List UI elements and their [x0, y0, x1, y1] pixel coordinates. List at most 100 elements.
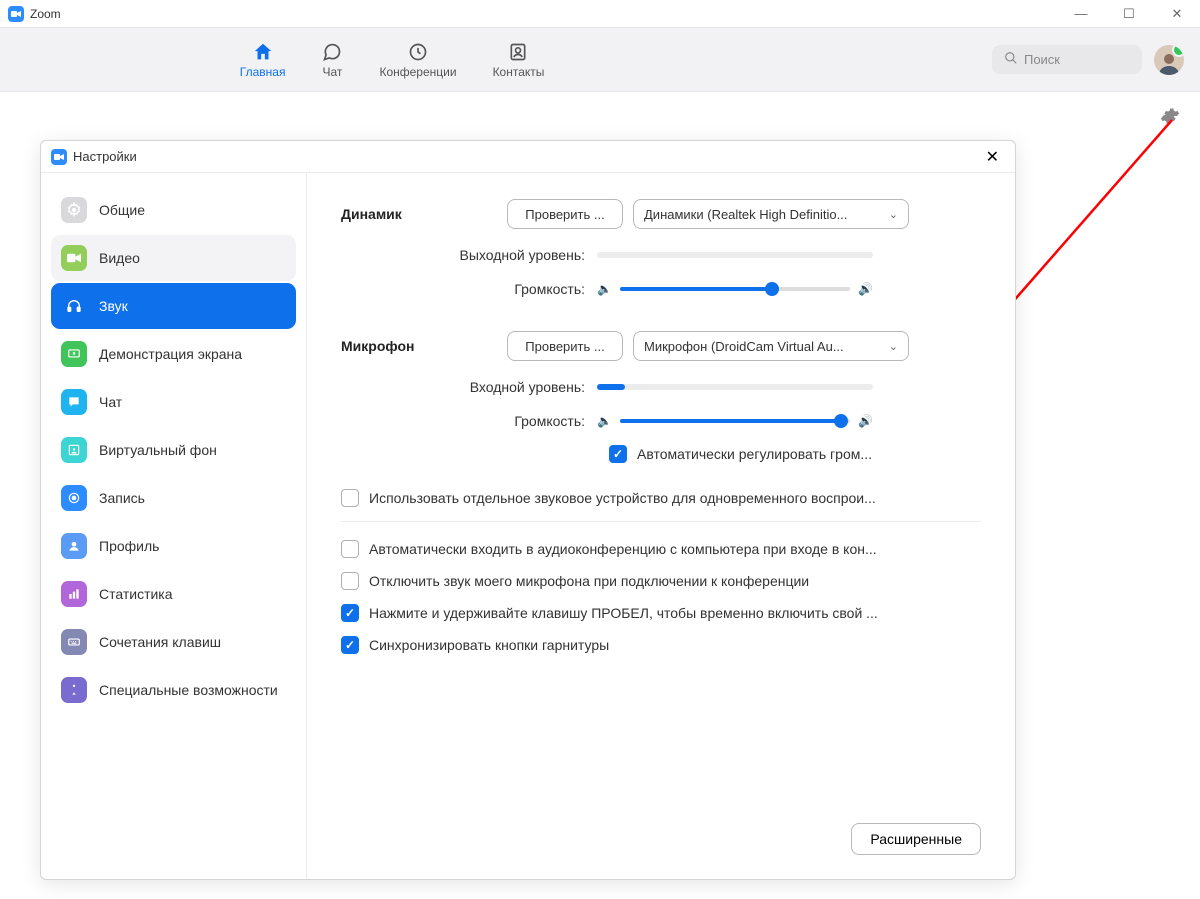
nav-meetings-label: Конференции — [379, 65, 456, 79]
clock-icon — [407, 41, 429, 63]
nav-contacts[interactable]: Контакты — [493, 41, 545, 79]
checkbox-label: Отключить звук моего микрофона при подкл… — [369, 572, 981, 590]
sidebar-item-shortcuts[interactable]: Сочетания клавиш — [51, 619, 296, 665]
nav-meetings[interactable]: Конференции — [379, 41, 456, 79]
speaker-low-icon: 🔈 — [597, 282, 612, 296]
checkbox-label: Автоматически регулировать гром... — [637, 445, 981, 463]
settings-sidebar: Общие Видео Звук Демонстрация экрана Чат… — [41, 173, 307, 879]
space-unmute-checkbox[interactable] — [341, 604, 359, 622]
auto-join-audio-checkbox[interactable] — [341, 540, 359, 558]
sidebar-item-audio[interactable]: Звук — [51, 283, 296, 329]
sidebar-item-label: Общие — [99, 202, 145, 219]
user-avatar[interactable] — [1154, 45, 1184, 75]
speaker-volume-slider[interactable] — [620, 287, 850, 291]
search-icon — [1004, 51, 1018, 68]
sidebar-item-label: Запись — [99, 490, 145, 507]
headphones-icon — [61, 293, 87, 319]
sidebar-item-label: Виртуальный фон — [99, 442, 217, 459]
separate-device-checkbox[interactable] — [341, 489, 359, 507]
close-dialog-button[interactable]: ✕ — [980, 147, 1005, 167]
mic-volume-label: Громкость: — [341, 413, 597, 429]
speaker-high-icon: 🔊 — [858, 414, 873, 428]
minimize-button[interactable]: — — [1066, 6, 1096, 22]
search-placeholder: Поиск — [1024, 52, 1060, 67]
mute-on-join-row: Отключить звук моего микрофона при подкл… — [341, 572, 981, 590]
sidebar-item-statistics[interactable]: Статистика — [51, 571, 296, 617]
nav-chat[interactable]: Чат — [321, 41, 343, 79]
sidebar-item-label: Профиль — [99, 538, 159, 555]
window-title: Zoom — [30, 7, 61, 21]
chat-bubble-icon — [61, 389, 87, 415]
sidebar-item-profile[interactable]: Профиль — [51, 523, 296, 569]
sync-headset-checkbox[interactable] — [341, 636, 359, 654]
mute-on-join-checkbox[interactable] — [341, 572, 359, 590]
record-icon — [61, 485, 87, 511]
sidebar-item-general[interactable]: Общие — [51, 187, 296, 233]
accessibility-icon — [61, 677, 87, 703]
checkbox-label: Использовать отдельное звуковое устройст… — [369, 489, 981, 507]
speaker-section-label: Динамик — [341, 206, 507, 222]
input-level-meter — [597, 384, 873, 390]
window-titlebar: Zoom — ☐ ✕ — [0, 0, 1200, 28]
chevron-down-icon: ⌄ — [889, 208, 898, 221]
settings-content-audio: Динамик Проверить ... Динамики (Realtek … — [307, 173, 1015, 879]
screen-share-icon — [61, 341, 87, 367]
sidebar-item-label: Статистика — [99, 586, 173, 603]
gear-icon — [61, 197, 87, 223]
zoom-app-icon — [8, 6, 24, 22]
auto-adjust-volume-row: Автоматически регулировать гром... — [609, 445, 981, 463]
stats-icon — [61, 581, 87, 607]
test-speaker-button[interactable]: Проверить ... — [507, 199, 623, 229]
checkbox-label: Автоматически входить в аудиоконференцию… — [369, 540, 981, 558]
home-icon — [252, 41, 274, 63]
sidebar-item-video[interactable]: Видео — [51, 235, 296, 281]
video-icon — [61, 245, 87, 271]
sidebar-item-label: Сочетания клавиш — [99, 634, 221, 651]
test-mic-button[interactable]: Проверить ... — [507, 331, 623, 361]
nav-contacts-label: Контакты — [493, 65, 545, 79]
input-level-label: Входной уровень: — [341, 379, 597, 395]
chevron-down-icon: ⌄ — [889, 340, 898, 353]
contacts-icon — [507, 41, 529, 63]
speaker-low-icon: 🔈 — [597, 414, 612, 428]
dialog-title: Настройки — [73, 149, 137, 164]
nav-home[interactable]: Главная — [240, 41, 286, 79]
mic-section-label: Микрофон — [341, 338, 507, 354]
sync-headset-row: Синхронизировать кнопки гарнитуры — [341, 636, 981, 654]
sidebar-item-recording[interactable]: Запись — [51, 475, 296, 521]
main-nav: Главная Чат Конференции Контакты — [240, 41, 545, 79]
dropdown-value: Микрофон (DroidCam Virtual Au... — [644, 339, 883, 354]
output-level-meter — [597, 252, 873, 258]
profile-icon — [61, 533, 87, 559]
checkbox-label: Нажмите и удерживайте клавишу ПРОБЕЛ, чт… — [369, 604, 981, 622]
keyboard-icon — [61, 629, 87, 655]
sidebar-item-screenshare[interactable]: Демонстрация экрана — [51, 331, 296, 377]
auto-adjust-checkbox[interactable] — [609, 445, 627, 463]
background-icon — [61, 437, 87, 463]
checkbox-label: Синхронизировать кнопки гарнитуры — [369, 636, 981, 654]
sidebar-item-chat[interactable]: Чат — [51, 379, 296, 425]
sidebar-item-label: Специальные возможности — [99, 682, 278, 699]
mic-volume-slider[interactable] — [620, 419, 850, 423]
maximize-button[interactable]: ☐ — [1114, 6, 1144, 22]
close-window-button[interactable]: ✕ — [1162, 6, 1192, 22]
settings-dialog: Настройки ✕ Общие Видео Звук Демонстраци… — [40, 140, 1016, 880]
nav-home-label: Главная — [240, 65, 286, 79]
nav-chat-label: Чат — [323, 65, 343, 79]
main-toolbar: Главная Чат Конференции Контакты Поиск — [0, 28, 1200, 92]
sidebar-item-virtualbg[interactable]: Виртуальный фон — [51, 427, 296, 473]
sidebar-item-accessibility[interactable]: Специальные возможности — [51, 667, 296, 713]
advanced-button[interactable]: Расширенные — [851, 823, 981, 855]
separate-device-row: Использовать отдельное звуковое устройст… — [341, 489, 981, 507]
settings-gear-button[interactable] — [1160, 106, 1180, 131]
mic-device-dropdown[interactable]: Микрофон (DroidCam Virtual Au... ⌄ — [633, 331, 909, 361]
sidebar-item-label: Демонстрация экрана — [99, 346, 242, 363]
divider — [341, 521, 981, 522]
speaker-device-dropdown[interactable]: Динамики (Realtek High Definitio... ⌄ — [633, 199, 909, 229]
search-input[interactable]: Поиск — [992, 45, 1142, 74]
output-level-label: Выходной уровень: — [341, 247, 597, 263]
window-controls: — ☐ ✕ — [1066, 6, 1192, 22]
sidebar-item-label: Видео — [99, 250, 140, 267]
auto-join-audio-row: Автоматически входить в аудиоконференцию… — [341, 540, 981, 558]
sidebar-item-label: Чат — [99, 394, 122, 411]
